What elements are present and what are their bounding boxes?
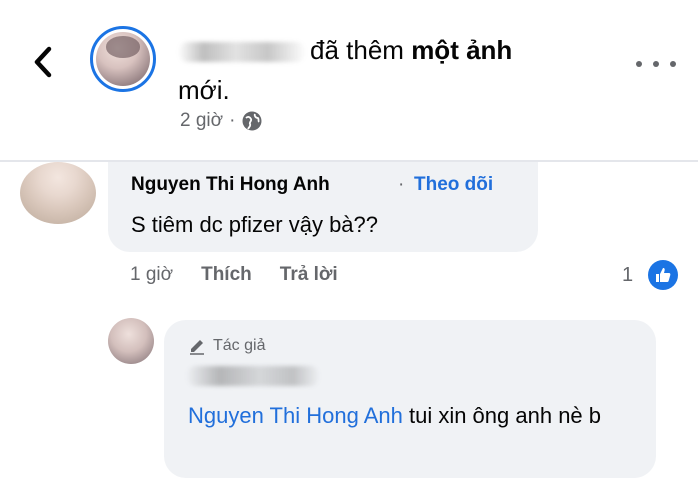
commenter-avatar[interactable] bbox=[20, 162, 96, 224]
follow-button[interactable]: Theo dõi bbox=[414, 174, 493, 196]
more-options-button[interactable] bbox=[636, 54, 676, 74]
redacted-reply-author bbox=[186, 366, 320, 386]
reply-button[interactable]: Trả lời bbox=[280, 264, 338, 286]
comment-author[interactable]: Nguyen Thi Hong Anh bbox=[131, 174, 330, 196]
action-suffix: mới. bbox=[178, 75, 230, 105]
post-time[interactable]: 2 giờ bbox=[180, 110, 223, 132]
meta-separator: · bbox=[229, 110, 236, 131]
like-thumb-icon bbox=[656, 268, 671, 282]
mention-link[interactable]: Nguyen Thi Hong Anh bbox=[188, 403, 403, 428]
back-button[interactable] bbox=[26, 40, 60, 84]
reply-text: Nguyen Thi Hong Anh tui xin ông anh nè b bbox=[188, 396, 638, 436]
redacted-poster-name bbox=[178, 42, 306, 63]
action-bold: một ảnh bbox=[411, 35, 513, 65]
globe-icon bbox=[242, 111, 262, 131]
comment-time[interactable]: 1 giờ bbox=[130, 264, 173, 286]
like-reaction-badge[interactable] bbox=[648, 260, 678, 290]
comment-text: S tiêm dc pfizer vậy bà?? bbox=[131, 212, 379, 237]
chevron-left-icon bbox=[34, 46, 52, 78]
reaction-count[interactable]: 1 bbox=[622, 264, 633, 287]
reply-body: tui xin ông anh nè b bbox=[402, 403, 602, 428]
pencil-icon bbox=[190, 340, 204, 355]
comment-actions: 1 giờ Thích Trả lời bbox=[130, 264, 338, 286]
author-badge: Tác giả bbox=[188, 337, 265, 355]
author-badge-label: Tác giả bbox=[213, 337, 266, 354]
poster-avatar[interactable] bbox=[90, 26, 156, 92]
action-prefix: đã thêm bbox=[310, 35, 404, 65]
reply-avatar[interactable] bbox=[108, 318, 154, 364]
post-headline: đã thêm một ảnh mới. bbox=[178, 30, 578, 110]
post-meta: 2 giờ · bbox=[180, 110, 263, 132]
comment-separator: · bbox=[398, 174, 405, 195]
more-horizontal-icon bbox=[636, 61, 642, 67]
like-button[interactable]: Thích bbox=[201, 264, 252, 286]
